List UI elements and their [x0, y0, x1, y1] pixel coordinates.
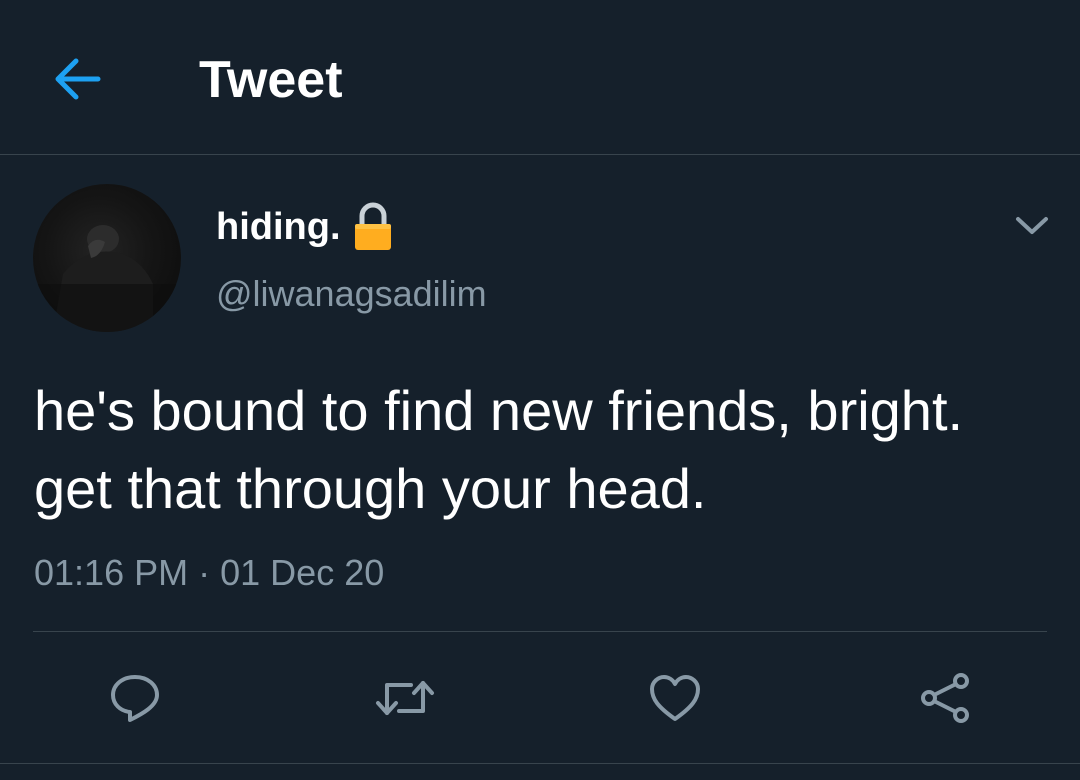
timestamp-separator: ·	[198, 552, 211, 593]
divider	[33, 631, 1047, 632]
arrow-left-icon	[55, 58, 101, 100]
display-name[interactable]: hiding.	[216, 206, 341, 249]
page-title: Tweet	[199, 51, 343, 109]
chevron-down-icon	[1016, 217, 1048, 234]
retweet-icon	[376, 681, 434, 715]
tweet-text: he's bound to find new friends, bright. …	[34, 372, 1054, 528]
tweet-text-line: he's bound to find new friends, bright.	[34, 379, 964, 442]
avatar-image	[33, 225, 181, 332]
tweet-time: 01:16 PM	[34, 552, 189, 593]
lock-icon	[353, 202, 393, 252]
retweet-button[interactable]	[375, 668, 435, 728]
back-button[interactable]	[50, 52, 104, 106]
share-icon	[921, 673, 969, 723]
avatar[interactable]	[33, 184, 181, 332]
like-button[interactable]	[645, 668, 705, 728]
user-handle[interactable]: @liwanagsadilim	[216, 272, 487, 316]
tweet-date: 01 Dec 20	[220, 552, 385, 593]
bottom-divider	[0, 763, 1080, 764]
author-name-row: hiding.	[216, 200, 393, 254]
reply-button[interactable]	[105, 668, 165, 728]
reply-icon	[111, 675, 159, 722]
more-options-button[interactable]	[1008, 206, 1056, 246]
heart-icon	[650, 675, 700, 721]
tweet-timestamp[interactable]: 01:16 PM · 01 Dec 20	[34, 548, 384, 598]
top-bar: Tweet	[0, 0, 1080, 155]
share-button[interactable]	[915, 668, 975, 728]
tweet-text-line: get that through your head.	[34, 457, 707, 520]
